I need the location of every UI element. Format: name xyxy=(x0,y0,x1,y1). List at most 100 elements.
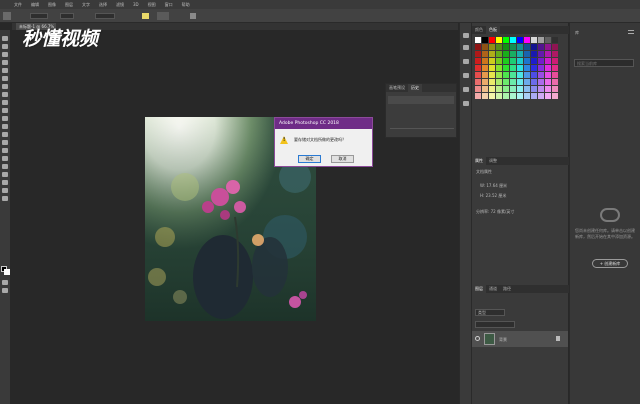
color-swatch[interactable] xyxy=(503,58,509,64)
color-swatch[interactable] xyxy=(517,79,523,85)
color-swatch[interactable] xyxy=(510,79,516,85)
color-swatch[interactable] xyxy=(538,37,544,43)
color-swatch[interactable] xyxy=(538,79,544,85)
color-swatch[interactable] xyxy=(531,79,537,85)
shape-tool-icon[interactable] xyxy=(2,172,8,177)
color-swatch[interactable] xyxy=(510,86,516,92)
color-swatch[interactable] xyxy=(517,44,523,50)
color-swatch[interactable] xyxy=(496,72,502,78)
color-swatch[interactable] xyxy=(482,37,488,43)
color-swatch[interactable] xyxy=(503,86,509,92)
color-swatch[interactable] xyxy=(503,44,509,50)
play-icon[interactable] xyxy=(463,33,469,38)
tab-paths[interactable]: 路径 xyxy=(500,285,514,293)
color-swatch[interactable] xyxy=(524,37,530,43)
option-button[interactable] xyxy=(157,12,169,20)
color-swatch[interactable] xyxy=(496,65,502,71)
color-swatch[interactable] xyxy=(489,93,495,99)
color-swatch[interactable] xyxy=(531,44,537,50)
color-swatch[interactable] xyxy=(496,79,502,85)
color-swatch[interactable] xyxy=(517,72,523,78)
color-swatch[interactable] xyxy=(475,79,481,85)
color-swatch[interactable] xyxy=(489,65,495,71)
color-swatch[interactable] xyxy=(489,79,495,85)
color-swatch[interactable] xyxy=(545,93,551,99)
history-state[interactable] xyxy=(388,96,454,104)
color-swatch[interactable] xyxy=(531,72,537,78)
color-swatch[interactable] xyxy=(552,93,558,99)
color-swatch[interactable] xyxy=(531,65,537,71)
tab-properties[interactable]: 属性 xyxy=(472,157,486,165)
eraser-tool-icon[interactable] xyxy=(2,116,8,121)
color-swatch[interactable] xyxy=(517,93,523,99)
menu-item[interactable]: 图层 xyxy=(65,2,73,8)
eye-icon[interactable] xyxy=(475,336,480,341)
color-swatch[interactable] xyxy=(475,65,481,71)
color-swatch[interactable] xyxy=(545,72,551,78)
pen-tool-icon[interactable] xyxy=(2,148,8,153)
tab-brush-presets[interactable]: 画笔预设 xyxy=(386,84,408,92)
color-swatch[interactable] xyxy=(503,79,509,85)
color-swatch[interactable] xyxy=(482,65,488,71)
color-swatch[interactable] xyxy=(475,86,481,92)
color-swatch[interactable] xyxy=(552,79,558,85)
color-swatch[interactable] xyxy=(538,65,544,71)
color-swatch[interactable] xyxy=(482,51,488,57)
color-swatch[interactable] xyxy=(496,51,502,57)
color-swatch[interactable] xyxy=(552,44,558,50)
color-swatch[interactable] xyxy=(475,37,481,43)
color-swatch[interactable] xyxy=(475,58,481,64)
lasso-tool-icon[interactable] xyxy=(2,52,8,57)
tool-preset-icon[interactable] xyxy=(3,12,11,20)
color-swatch[interactable] xyxy=(552,72,558,78)
color-swatch[interactable] xyxy=(510,51,516,57)
tab-adjustments[interactable]: 调整 xyxy=(486,157,500,165)
move-tool-icon[interactable] xyxy=(2,36,8,41)
color-swatch[interactable] xyxy=(475,93,481,99)
color-swatch[interactable] xyxy=(524,51,530,57)
menu-item[interactable]: 滤镜 xyxy=(116,2,124,8)
color-swatch[interactable] xyxy=(489,37,495,43)
color-swatch[interactable] xyxy=(524,79,530,85)
libraries-menu-icon[interactable] xyxy=(628,30,634,34)
color-swatch[interactable] xyxy=(538,58,544,64)
color-swatch[interactable] xyxy=(496,44,502,50)
color-swatch[interactable] xyxy=(517,37,523,43)
color-swatch[interactable] xyxy=(510,58,516,64)
color-swatch[interactable] xyxy=(482,58,488,64)
layer-row[interactable]: 背景 xyxy=(472,331,568,347)
brush-settings-icon[interactable] xyxy=(463,59,469,64)
color-swatch[interactable] xyxy=(531,58,537,64)
dodge-tool-icon[interactable] xyxy=(2,140,8,145)
color-swatch[interactable] xyxy=(552,65,558,71)
more-tools-icon[interactable] xyxy=(2,196,8,201)
gradient-tool-icon[interactable] xyxy=(2,124,8,129)
color-swatch[interactable] xyxy=(524,65,530,71)
blur-tool-icon[interactable] xyxy=(2,132,8,137)
color-swatch[interactable] xyxy=(496,93,502,99)
crop-tool-icon[interactable] xyxy=(2,68,8,73)
option-field[interactable] xyxy=(95,13,115,19)
quick-select-tool-icon[interactable] xyxy=(2,60,8,65)
color-swatch[interactable] xyxy=(545,86,551,92)
path-select-tool-icon[interactable] xyxy=(2,164,8,169)
color-swatch[interactable] xyxy=(496,58,502,64)
color-swatch[interactable] xyxy=(538,93,544,99)
eyedropper-tool-icon[interactable] xyxy=(2,76,8,81)
color-swatch[interactable] xyxy=(482,93,488,99)
tab-layers[interactable]: 图层 xyxy=(472,285,486,293)
stamp-tool-icon[interactable] xyxy=(2,100,8,105)
menu-item[interactable]: 视图 xyxy=(148,2,156,8)
menu-item[interactable]: 帮助 xyxy=(182,2,190,8)
color-swatch[interactable] xyxy=(517,58,523,64)
color-chip-icon[interactable] xyxy=(142,13,149,19)
color-swatch[interactable] xyxy=(524,86,530,92)
resolution-value[interactable]: 分辨率: 72 像素/英寸 xyxy=(476,209,514,215)
clone-source-icon[interactable] xyxy=(463,73,469,78)
color-swatch[interactable] xyxy=(545,79,551,85)
width-value[interactable]: W: 17.64 厘米 xyxy=(480,183,507,189)
color-swatch[interactable] xyxy=(531,86,537,92)
cancel-button[interactable]: 取消 xyxy=(331,155,354,163)
color-swatch[interactable] xyxy=(503,37,509,43)
color-swatch[interactable] xyxy=(482,44,488,50)
